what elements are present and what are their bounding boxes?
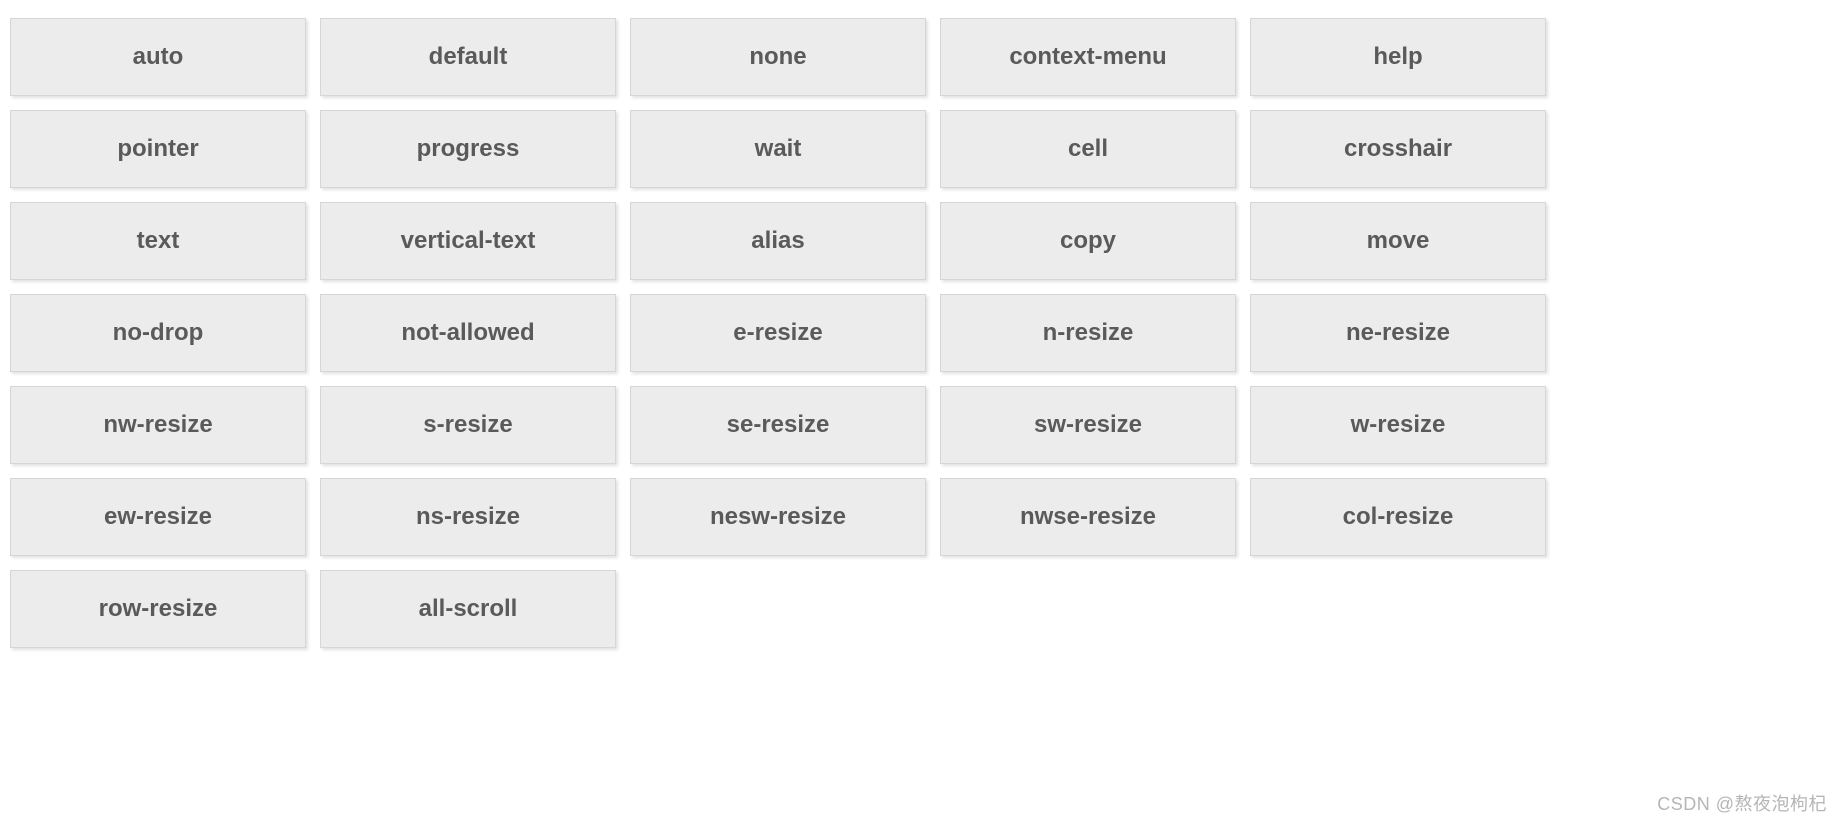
cursor-cell-nw-resize[interactable]: nw-resize: [10, 386, 306, 464]
cursor-cell-cell[interactable]: cell: [940, 110, 1236, 188]
cursor-cell-nwse-resize[interactable]: nwse-resize: [940, 478, 1236, 556]
cursor-cell-pointer[interactable]: pointer: [10, 110, 306, 188]
cursor-cell-sw-resize[interactable]: sw-resize: [940, 386, 1236, 464]
cursor-cell-col-resize[interactable]: col-resize: [1250, 478, 1546, 556]
cursor-cell-all-scroll[interactable]: all-scroll: [320, 570, 616, 648]
cursor-cell-ns-resize[interactable]: ns-resize: [320, 478, 616, 556]
cursor-cell-w-resize[interactable]: w-resize: [1250, 386, 1546, 464]
cursor-cell-row-resize[interactable]: row-resize: [10, 570, 306, 648]
cursor-cell-vertical-text[interactable]: vertical-text: [320, 202, 616, 280]
watermark: CSDN @熬夜泡枸杞: [1657, 790, 1827, 816]
cursor-cell-crosshair[interactable]: crosshair: [1250, 110, 1546, 188]
cursor-cell-default[interactable]: default: [320, 18, 616, 96]
cursor-cell-move[interactable]: move: [1250, 202, 1546, 280]
cursor-cell-wait[interactable]: wait: [630, 110, 926, 188]
cursor-cell-not-allowed[interactable]: not-allowed: [320, 294, 616, 372]
cursor-cell-ew-resize[interactable]: ew-resize: [10, 478, 306, 556]
cursor-cell-copy[interactable]: copy: [940, 202, 1236, 280]
cursor-cell-no-drop[interactable]: no-drop: [10, 294, 306, 372]
cursor-cell-help[interactable]: help: [1250, 18, 1546, 96]
cursor-cell-text[interactable]: text: [10, 202, 306, 280]
cursor-cell-n-resize[interactable]: n-resize: [940, 294, 1236, 372]
cursor-grid: autodefaultnonecontext-menuhelp pointerpr…: [10, 18, 1835, 648]
cursor-cell-alias[interactable]: alias: [630, 202, 926, 280]
cursor-cell-progress[interactable]: progress: [320, 110, 616, 188]
cursor-cell-none[interactable]: none: [630, 18, 926, 96]
cursor-cell-nesw-resize[interactable]: nesw-resize: [630, 478, 926, 556]
cursor-cell-ne-resize[interactable]: ne-resize: [1250, 294, 1546, 372]
cursor-cell-se-resize[interactable]: se-resize: [630, 386, 926, 464]
cursor-cell-s-resize[interactable]: s-resize: [320, 386, 616, 464]
cursor-cell-context-menu[interactable]: context-menu: [940, 18, 1236, 96]
cursor-cell-e-resize[interactable]: e-resize: [630, 294, 926, 372]
cursor-cell-auto[interactable]: auto: [10, 18, 306, 96]
